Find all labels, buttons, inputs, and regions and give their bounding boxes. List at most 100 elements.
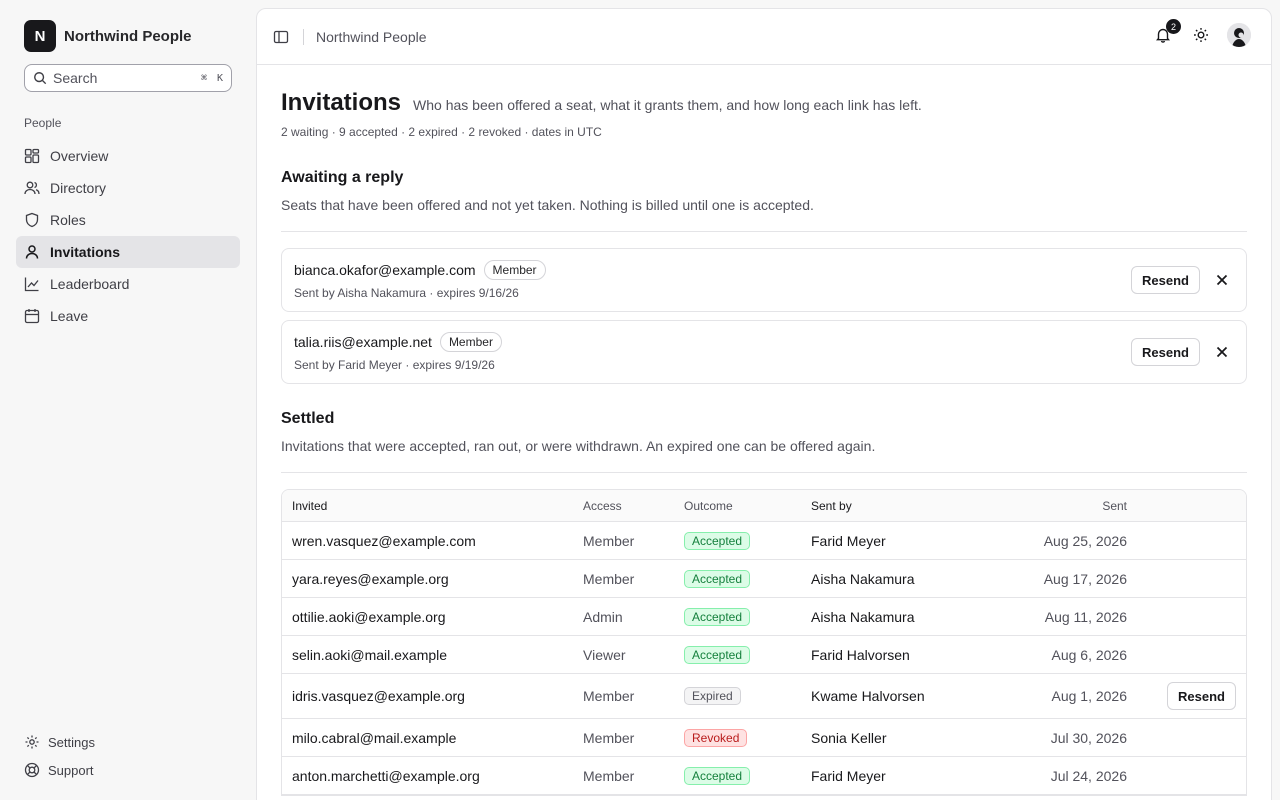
col-invited[interactable]: Invited xyxy=(282,499,583,513)
table-header: Invited Access Outcome Sent by Sent xyxy=(282,490,1246,522)
row-actions: Resend xyxy=(1127,682,1246,710)
notifications-button[interactable]: 2 xyxy=(1151,19,1181,47)
pending-section-title: Awaiting a reply xyxy=(281,169,404,186)
pending-invite: bianca.okafor@example.com Member Sent by… xyxy=(281,248,1247,312)
pending-meta: Sent by Aisha Nakamura · expires 9/16/26 xyxy=(294,286,519,300)
access-level: Member xyxy=(583,532,635,549)
sidebar-toggle-button[interactable] xyxy=(269,25,293,49)
invited-email: yara.reyes@example.org xyxy=(292,570,449,587)
sent-by: Aisha Nakamura xyxy=(811,570,915,587)
access-level: Member xyxy=(583,729,635,746)
shortcut-key: K xyxy=(216,72,223,84)
sidebar-item-label: Leave xyxy=(50,308,89,324)
theme-toggle-button[interactable] xyxy=(1189,23,1213,47)
invited-email: idris.vasquez@example.org xyxy=(292,688,465,704)
access-level: Member xyxy=(583,767,635,784)
invited-email: ottilie.aoki@example.org xyxy=(292,608,446,625)
status-badge: Accepted xyxy=(684,531,751,550)
sent-by: Farid Meyer xyxy=(811,767,886,784)
sidebar-item-support[interactable]: Support xyxy=(16,756,240,784)
sidebar-nav: Overview Directory Roles Invitations Lea… xyxy=(16,140,240,332)
sidebar-item-label: Roles xyxy=(50,212,86,228)
sidebar-item-overview[interactable]: Overview xyxy=(16,140,240,172)
shield-icon xyxy=(25,212,39,228)
gear-icon xyxy=(25,735,39,749)
topbar-actions: 2 xyxy=(1151,19,1251,47)
revoke-button[interactable] xyxy=(1210,268,1234,292)
page-title: Invitations xyxy=(281,89,402,116)
pending-meta: Sent by Farid Meyer · expires 9/19/26 xyxy=(294,358,495,372)
sidebar-item-roles[interactable]: Roles xyxy=(16,204,240,236)
table-row: yara.reyes@example.org Member Accepted Aish… xyxy=(282,560,1246,598)
search-input[interactable] xyxy=(53,70,191,86)
resend-button[interactable]: Resend xyxy=(1131,338,1200,366)
notification-badge: 2 xyxy=(1166,19,1181,34)
invited-email: wren.vasquez@example.com xyxy=(292,532,476,549)
breadcrumb[interactable]: Northwind People xyxy=(316,29,427,45)
sent-date: Jul 30, 2026 xyxy=(1050,729,1127,746)
shortcut-cmd: ⌘ xyxy=(200,72,207,84)
sidebar-item-label: Leaderboard xyxy=(50,276,130,292)
search-icon xyxy=(34,72,47,85)
pending-email: talia.riis@example.net xyxy=(294,334,432,350)
search-box[interactable]: ⌘ K xyxy=(24,64,232,92)
sent-date: Aug 17, 2026 xyxy=(1043,570,1127,587)
table-row: milo.cabral@mail.example Member Revoked Son… xyxy=(282,719,1246,757)
table-row: selin.aoki@mail.example Viewer Accepted Far… xyxy=(282,636,1246,674)
access-level: Member xyxy=(583,688,635,704)
page-header: Invitations Who has been offered a seat,… xyxy=(281,89,1247,117)
invited-email: anton.marchetti@example.org xyxy=(292,767,480,784)
settled-section-description: Invitations that were accepted, ran out,… xyxy=(281,438,876,454)
sidebar-item-label: Settings xyxy=(48,734,95,750)
status-badge: Expired xyxy=(684,687,741,705)
sidebar-item-label: Overview xyxy=(50,148,109,164)
status-badge: Revoked xyxy=(684,728,748,747)
user-icon xyxy=(25,245,39,259)
col-access[interactable]: Access xyxy=(583,499,684,513)
status-badge: Accepted xyxy=(684,645,751,664)
sent-by: Sonia Keller xyxy=(811,729,887,746)
table-row: idris.vasquez@example.org Member Expired Kw… xyxy=(282,674,1246,719)
col-sent-by[interactable]: Sent by xyxy=(811,499,961,513)
table-body: wren.vasquez@example.com Member Accepted Fa… xyxy=(282,522,1246,795)
access-level: Member xyxy=(583,570,635,587)
sidebar-item-leaderboard[interactable]: Leaderboard xyxy=(16,268,240,300)
revoke-button[interactable] xyxy=(1210,340,1234,364)
section-divider xyxy=(281,231,1247,232)
nav-section-label: People xyxy=(24,116,62,130)
brand[interactable]: N Northwind People xyxy=(24,20,192,52)
close-icon xyxy=(1216,346,1228,358)
sidebar-item-invitations[interactable]: Invitations xyxy=(16,236,240,268)
chart-line-icon xyxy=(24,277,39,292)
status-badge: Accepted xyxy=(684,607,751,626)
col-sent[interactable]: Sent xyxy=(961,499,1127,513)
invited-email: selin.aoki@mail.example xyxy=(292,646,448,663)
status-badge: Accepted xyxy=(684,569,751,588)
brand-name: Northwind People xyxy=(64,27,192,45)
sidebar-item-settings[interactable]: Settings xyxy=(16,728,240,756)
grid-icon xyxy=(24,148,40,164)
user-avatar-icon xyxy=(1227,23,1251,47)
sent-by: Kwame Halvorsen xyxy=(811,688,925,704)
users-icon xyxy=(24,181,40,195)
sidebar-item-directory[interactable]: Directory xyxy=(16,172,240,204)
brand-logo: N xyxy=(24,20,56,52)
table-row: anton.marchetti@example.org Member Accepte… xyxy=(282,757,1246,795)
avatar[interactable] xyxy=(1227,23,1251,47)
sidebar-footer: Settings Support xyxy=(16,728,240,784)
topbar-divider xyxy=(303,28,304,45)
col-outcome[interactable]: Outcome xyxy=(684,499,811,513)
sidebar-toggle-icon xyxy=(273,30,289,43)
role-chip: Member xyxy=(483,260,546,280)
status-badge: Accepted xyxy=(684,766,751,785)
resend-button[interactable]: Resend xyxy=(1131,266,1200,294)
calendar-icon xyxy=(24,309,40,324)
page-subtitle: Who has been offered a seat, what it gra… xyxy=(413,97,922,113)
table-row: ottilie.aoki@example.org Admin Accepted Ais… xyxy=(282,598,1246,636)
sun-icon xyxy=(1194,28,1208,42)
sent-date: Aug 25, 2026 xyxy=(1043,532,1127,549)
role-chip: Member xyxy=(439,332,502,352)
section-divider xyxy=(281,472,1247,473)
resend-button[interactable]: Resend xyxy=(1167,682,1236,710)
sidebar-item-leave[interactable]: Leave xyxy=(16,300,240,332)
